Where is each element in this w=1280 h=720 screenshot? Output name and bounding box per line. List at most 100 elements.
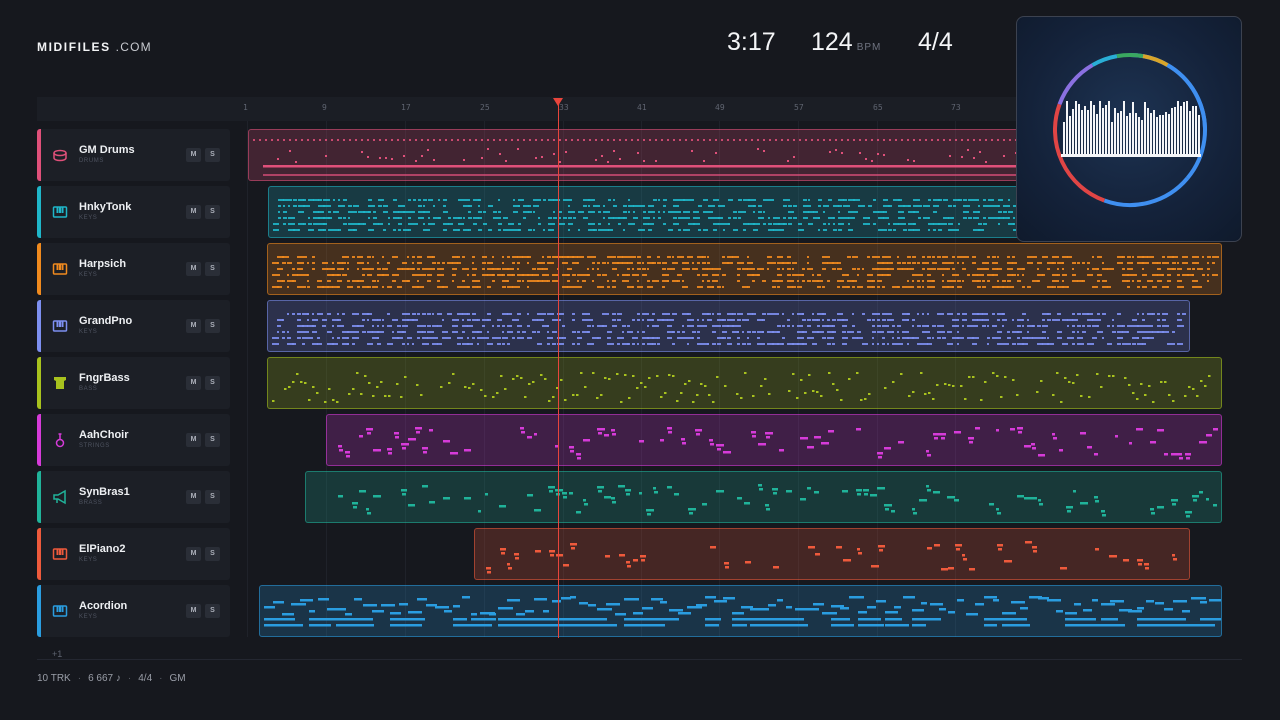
solo-button[interactable]: S: [205, 148, 220, 162]
track-category: KEYS: [79, 614, 98, 620]
keyboard-icon: [52, 204, 68, 220]
track-category: KEYS: [79, 272, 98, 278]
more-tracks-indicator[interactable]: +1: [52, 649, 62, 659]
time-signature-display: 4/4: [918, 28, 953, 56]
track-color-stripe: [37, 129, 41, 181]
track-category: DRUMS: [79, 158, 104, 164]
brand-logo: MIDIFILES .COM: [37, 40, 152, 54]
bass-icon: [52, 375, 68, 391]
track-name: HnkyTonk: [79, 201, 132, 213]
ruler-tick: 65: [873, 103, 883, 112]
midi-clip[interactable]: [259, 585, 1222, 637]
ruler-tick: 17: [401, 103, 411, 112]
solo-button[interactable]: S: [205, 205, 220, 219]
track-category: KEYS: [79, 215, 98, 221]
track-header[interactable]: ElPiano2 KEYS M S: [37, 528, 230, 580]
track-header[interactable]: Acordion KEYS M S: [37, 585, 230, 637]
midi-clip[interactable]: [326, 414, 1222, 466]
track-color-stripe: [37, 585, 41, 637]
solo-button[interactable]: S: [205, 376, 220, 390]
midi-standard: GM: [169, 673, 186, 684]
mute-button[interactable]: M: [186, 205, 201, 219]
mute-button[interactable]: M: [186, 433, 201, 447]
solo-button[interactable]: S: [205, 433, 220, 447]
midi-clip[interactable]: [267, 357, 1222, 409]
note-pattern: [338, 484, 1217, 518]
solo-button[interactable]: S: [205, 490, 220, 504]
bpm-display: 124 BPM: [811, 28, 882, 56]
note-pattern: [264, 596, 1221, 627]
violin-icon: [52, 432, 68, 448]
mute-button[interactable]: M: [186, 319, 201, 333]
track-header[interactable]: GM Drums DRUMS M S: [37, 129, 230, 181]
track-name: GrandPno: [79, 315, 133, 327]
midi-clip[interactable]: [474, 528, 1190, 580]
midi-clip[interactable]: [267, 300, 1190, 352]
footer-divider: [37, 659, 1242, 660]
track-header[interactable]: Harpsich KEYS M S: [37, 243, 230, 295]
track-color-stripe: [37, 414, 41, 466]
footer-signature: 4/4: [138, 673, 153, 684]
midi-clip[interactable]: [267, 243, 1222, 295]
note-pattern: [272, 313, 1186, 345]
audio-visualizer-icon: [1053, 53, 1207, 207]
solo-button[interactable]: S: [205, 319, 220, 333]
track-name: SynBras1: [79, 486, 130, 498]
drum-icon: [52, 147, 68, 163]
track-header[interactable]: HnkyTonk KEYS M S: [37, 186, 230, 238]
track-header[interactable]: GrandPno KEYS M S: [37, 300, 230, 352]
solo-button[interactable]: S: [205, 262, 220, 276]
playhead[interactable]: [558, 104, 559, 638]
track-name: Harpsich: [79, 258, 127, 270]
track-name: GM Drums: [79, 144, 135, 156]
keyboard-icon: [52, 261, 68, 277]
track-name: FngrBass: [79, 372, 130, 384]
ruler-tick: 25: [480, 103, 490, 112]
solo-button[interactable]: S: [205, 604, 220, 618]
track-category: BRASS: [79, 500, 103, 506]
time-display: 3:17: [727, 28, 776, 56]
ruler-tick: 9: [322, 103, 327, 112]
grid-line: [247, 121, 248, 637]
track-category: KEYS: [79, 329, 98, 335]
keyboard-icon: [52, 546, 68, 562]
ruler-tick: 49: [715, 103, 725, 112]
track-color-stripe: [37, 528, 41, 580]
track-color-stripe: [37, 243, 41, 295]
audio-visualizer: [1016, 16, 1242, 242]
keyboard-icon: [52, 318, 68, 334]
ruler-tick: 1: [243, 103, 248, 112]
ruler-tick: 73: [951, 103, 961, 112]
track-color-stripe: [37, 300, 41, 352]
footer-stats: 10 TRK · 6 667 ♪ · 4/4 · GM: [37, 673, 186, 684]
track-name: Acordion: [79, 600, 128, 612]
track-color-stripe: [37, 471, 41, 523]
mute-button[interactable]: M: [186, 376, 201, 390]
track-category: KEYS: [79, 557, 98, 563]
ruler-tick: 41: [637, 103, 647, 112]
track-count: 10 TRK: [37, 673, 71, 684]
track-header[interactable]: FngrBass BASS M S: [37, 357, 230, 409]
note-pattern: [338, 427, 1218, 460]
midi-clip[interactable]: [305, 471, 1222, 523]
track-category: BASS: [79, 386, 98, 392]
note-pattern: [272, 256, 1219, 288]
mute-button[interactable]: M: [186, 604, 201, 618]
keyboard-icon: [52, 603, 68, 619]
mute-button[interactable]: M: [186, 148, 201, 162]
note-pattern: [272, 372, 1211, 403]
mute-button[interactable]: M: [186, 547, 201, 561]
mute-button[interactable]: M: [186, 262, 201, 276]
ruler-tick: 57: [794, 103, 804, 112]
playhead-handle-icon[interactable]: [553, 98, 563, 106]
horn-icon: [52, 489, 68, 505]
track-color-stripe: [37, 186, 41, 238]
note-count: 6 667 ♪: [88, 673, 121, 684]
track-category: STRINGS: [79, 443, 110, 449]
solo-button[interactable]: S: [205, 547, 220, 561]
track-header[interactable]: AahChoir STRINGS M S: [37, 414, 230, 466]
track-header[interactable]: SynBras1 BRASS M S: [37, 471, 230, 523]
mute-button[interactable]: M: [186, 490, 201, 504]
track-name: ElPiano2: [79, 543, 126, 555]
track-name: AahChoir: [79, 429, 129, 441]
